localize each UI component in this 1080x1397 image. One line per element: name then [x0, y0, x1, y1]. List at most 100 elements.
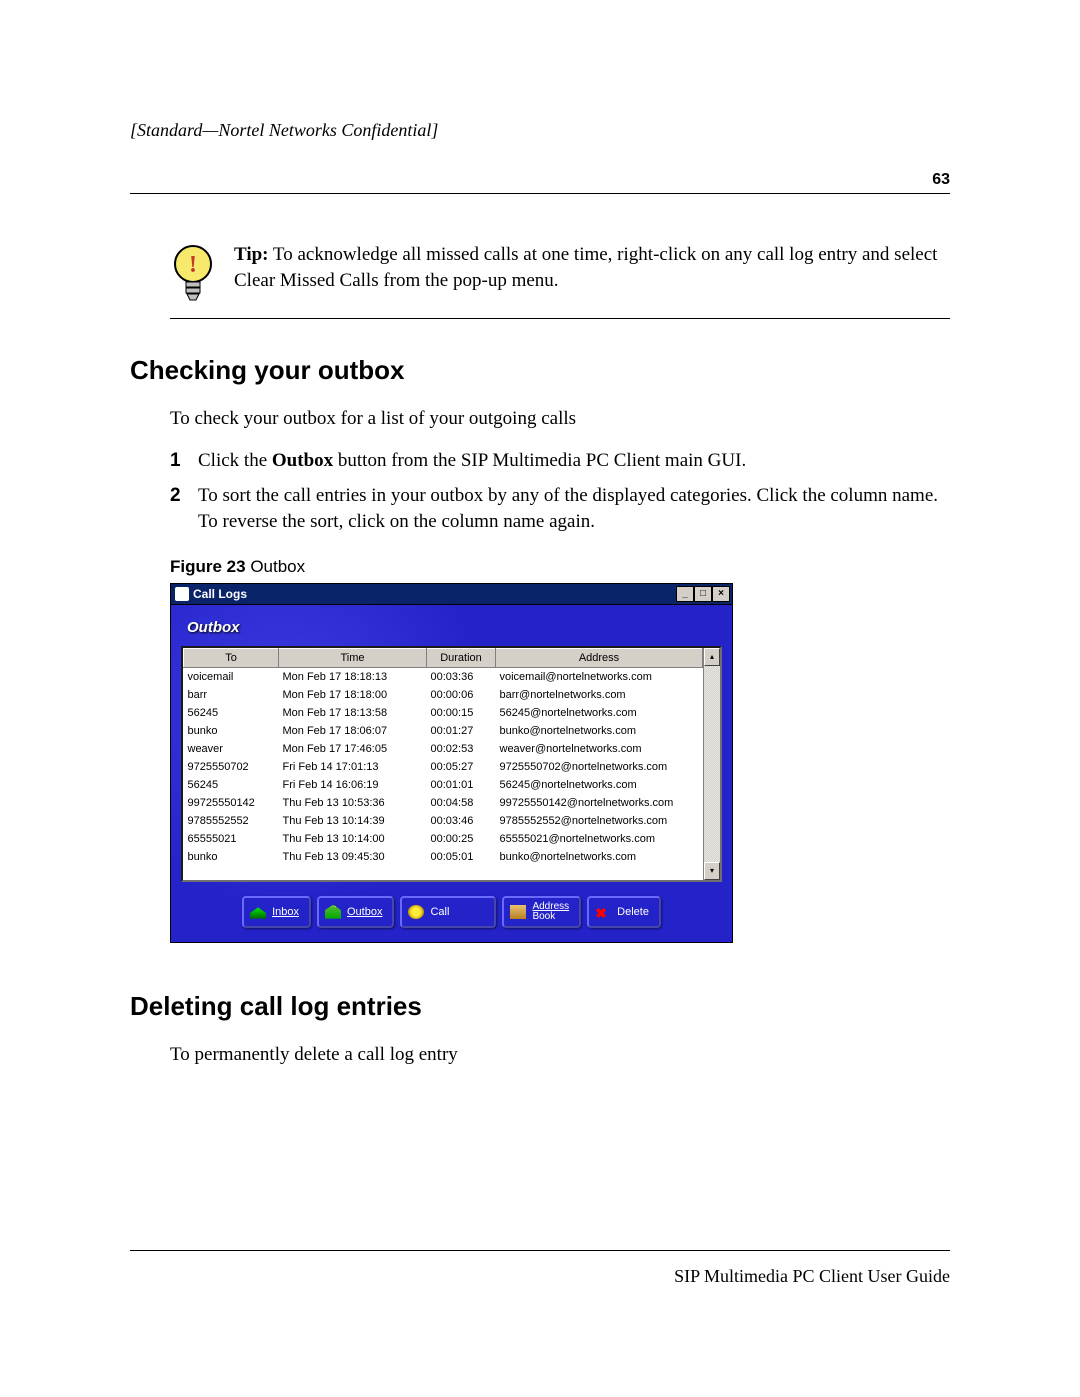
cell-to: 65555021 [184, 830, 279, 848]
minimize-button[interactable]: _ [676, 586, 694, 602]
cell-duration: 00:03:36 [427, 667, 496, 686]
scroll-down-icon[interactable]: ▾ [704, 862, 720, 880]
titlebar[interactable]: Call Logs _ □ × [170, 583, 733, 604]
close-button[interactable]: × [712, 586, 730, 602]
tip-body: To acknowledge all missed calls at one t… [234, 244, 937, 291]
call-button[interactable]: Call [400, 896, 496, 928]
button-label: Inbox [272, 906, 299, 918]
tip-text: Tip: To acknowledge all missed calls at … [234, 242, 950, 293]
table-row[interactable]: 65555021Thu Feb 13 10:14:0000:00:2565555… [184, 830, 703, 848]
delete-button[interactable]: ✖ Delete [587, 896, 661, 928]
cell-to: bunko [184, 722, 279, 740]
cell-duration: 00:05:27 [427, 758, 496, 776]
cell-address: bunko@nortelnetworks.com [496, 848, 703, 866]
button-label: Outbox [347, 906, 382, 918]
addressbook-button[interactable]: Address Book [502, 896, 581, 928]
table-row[interactable]: bunkoMon Feb 17 18:06:0700:01:27bunko@no… [184, 722, 703, 740]
app-icon [175, 587, 189, 601]
cell-time: Thu Feb 13 09:45:30 [279, 848, 427, 866]
cell-to: 56245 [184, 776, 279, 794]
outbox-intro: To check your outbox for a list of your … [170, 406, 950, 432]
scroll-up-icon[interactable]: ▴ [704, 648, 720, 666]
lightbulb-icon: ! [170, 242, 216, 302]
table-row[interactable]: 56245Fri Feb 14 16:06:1900:01:0156245@no… [184, 776, 703, 794]
table-row[interactable]: voicemailMon Feb 17 18:18:1300:03:36voic… [184, 667, 703, 686]
inbox-button[interactable]: Inbox [242, 896, 311, 928]
tip-label: Tip: [234, 244, 269, 265]
cell-duration: 00:01:01 [427, 776, 496, 794]
button-label: Call [430, 906, 449, 918]
figure-caption: Figure 23 Outbox [170, 557, 950, 577]
table-row[interactable]: 56245Mon Feb 17 18:13:5800:00:1556245@no… [184, 704, 703, 722]
cell-address: barr@nortelnetworks.com [496, 686, 703, 704]
cell-duration: 00:02:53 [427, 740, 496, 758]
cell-time: Fri Feb 14 17:01:13 [279, 758, 427, 776]
footer-text: SIP Multimedia PC Client User Guide [674, 1266, 950, 1287]
cell-time: Thu Feb 13 10:14:39 [279, 812, 427, 830]
cell-duration: 00:03:46 [427, 812, 496, 830]
outbox-label: Outbox [187, 619, 722, 636]
svg-text:!: ! [189, 252, 197, 278]
cell-address: bunko@nortelnetworks.com [496, 722, 703, 740]
cell-duration: 00:05:01 [427, 848, 496, 866]
step-number: 1 [170, 448, 198, 474]
scrollbar[interactable]: ▴ ▾ [703, 648, 720, 880]
button-label-line2: Book [532, 911, 555, 922]
outbox-button[interactable]: Outbox [317, 896, 394, 928]
cell-address: 56245@nortelnetworks.com [496, 776, 703, 794]
cell-time: Mon Feb 17 18:06:07 [279, 722, 427, 740]
table-row[interactable]: bunkoThu Feb 13 09:45:3000:05:01bunko@no… [184, 848, 703, 866]
cell-time: Fri Feb 14 16:06:19 [279, 776, 427, 794]
col-address[interactable]: Address [496, 648, 703, 667]
logs-table[interactable]: To Time Duration Address voicemailMon Fe… [183, 648, 703, 866]
step-number: 2 [170, 483, 198, 534]
heading-checking-outbox: Checking your outbox [130, 355, 950, 386]
col-time[interactable]: Time [279, 648, 427, 667]
cell-to: bunko [184, 848, 279, 866]
maximize-button[interactable]: □ [694, 586, 712, 602]
table-row[interactable]: weaverMon Feb 17 17:46:0500:02:53weaver@… [184, 740, 703, 758]
cell-duration: 00:00:25 [427, 830, 496, 848]
table-row[interactable]: 99725550142Thu Feb 13 10:53:3600:04:5899… [184, 794, 703, 812]
cell-to: 9785552552 [184, 812, 279, 830]
step-text: button from the SIP Multimedia PC Client… [333, 450, 746, 471]
cell-to: 9725550702 [184, 758, 279, 776]
cell-duration: 00:04:58 [427, 794, 496, 812]
cell-duration: 00:00:15 [427, 704, 496, 722]
table-row[interactable]: barrMon Feb 17 18:18:0000:00:06barr@nort… [184, 686, 703, 704]
figure-label: Figure 23 [170, 557, 246, 576]
col-to[interactable]: To [184, 648, 279, 667]
outbox-icon [325, 905, 341, 919]
cell-address: 99725550142@nortelnetworks.com [496, 794, 703, 812]
cell-to: barr [184, 686, 279, 704]
cell-address: 56245@nortelnetworks.com [496, 704, 703, 722]
cell-address: 9785552552@nortelnetworks.com [496, 812, 703, 830]
cell-time: Thu Feb 13 10:14:00 [279, 830, 427, 848]
cell-address: 9725550702@nortelnetworks.com [496, 758, 703, 776]
footer-rule [130, 1250, 950, 1251]
cell-time: Mon Feb 17 18:18:13 [279, 667, 427, 686]
cell-to: 56245 [184, 704, 279, 722]
cell-to: 99725550142 [184, 794, 279, 812]
cell-address: voicemail@nortelnetworks.com [496, 667, 703, 686]
toolbar: Inbox Outbox Call Address Book [181, 896, 722, 928]
deleting-intro: To permanently delete a call log entry [170, 1042, 950, 1068]
table-row[interactable]: 9785552552Thu Feb 13 10:14:3900:03:46978… [184, 812, 703, 830]
tip-block: ! Tip: To acknowledge all missed calls a… [170, 242, 950, 319]
col-duration[interactable]: Duration [427, 648, 496, 667]
cell-to: voicemail [184, 667, 279, 686]
logs-table-wrap: To Time Duration Address voicemailMon Fe… [181, 646, 722, 882]
scroll-track[interactable] [704, 666, 720, 862]
delete-icon: ✖ [595, 905, 611, 919]
cell-address: 65555021@nortelnetworks.com [496, 830, 703, 848]
table-row[interactable]: 9725550702Fri Feb 14 17:01:1300:05:27972… [184, 758, 703, 776]
step-text: To sort the call entries in your outbox … [198, 483, 950, 534]
cell-to: weaver [184, 740, 279, 758]
call-icon [408, 905, 424, 919]
cell-time: Mon Feb 17 17:46:05 [279, 740, 427, 758]
header-rule [130, 193, 950, 194]
cell-duration: 00:00:06 [427, 686, 496, 704]
page-number: 63 [130, 171, 950, 189]
inbox-icon [250, 905, 266, 919]
cell-duration: 00:01:27 [427, 722, 496, 740]
